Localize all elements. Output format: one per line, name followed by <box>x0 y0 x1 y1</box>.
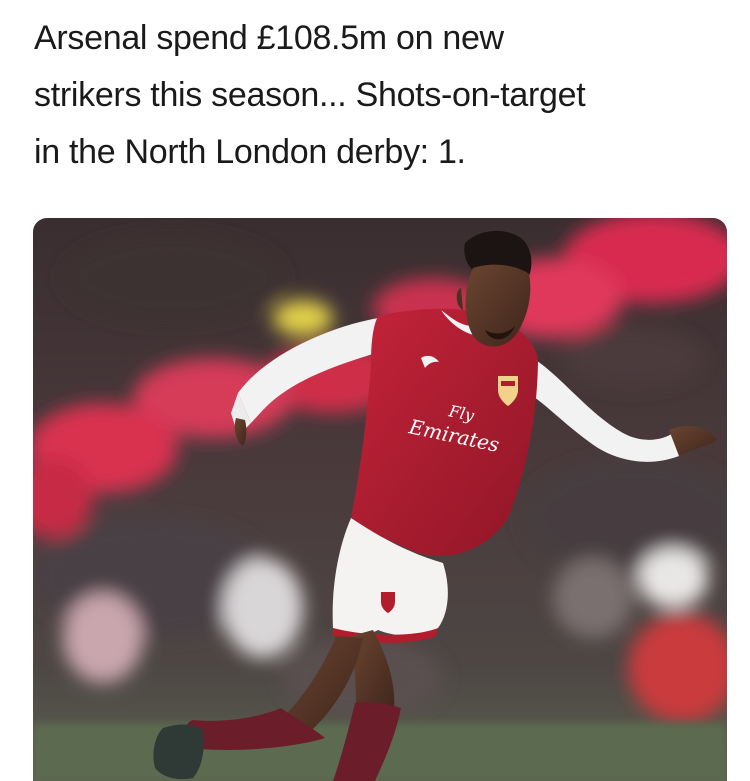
caption-line-1: Arsenal spend £108.5m on new <box>34 19 504 57</box>
post-caption: Arsenal spend £108.5m on new strikers th… <box>34 10 724 181</box>
caption-line-2: strikers this season... Shots-on-target <box>34 76 586 114</box>
post-photo: Fly Emirates <box>33 218 727 781</box>
caption-line-3: in the North London derby: 1. <box>34 133 466 171</box>
